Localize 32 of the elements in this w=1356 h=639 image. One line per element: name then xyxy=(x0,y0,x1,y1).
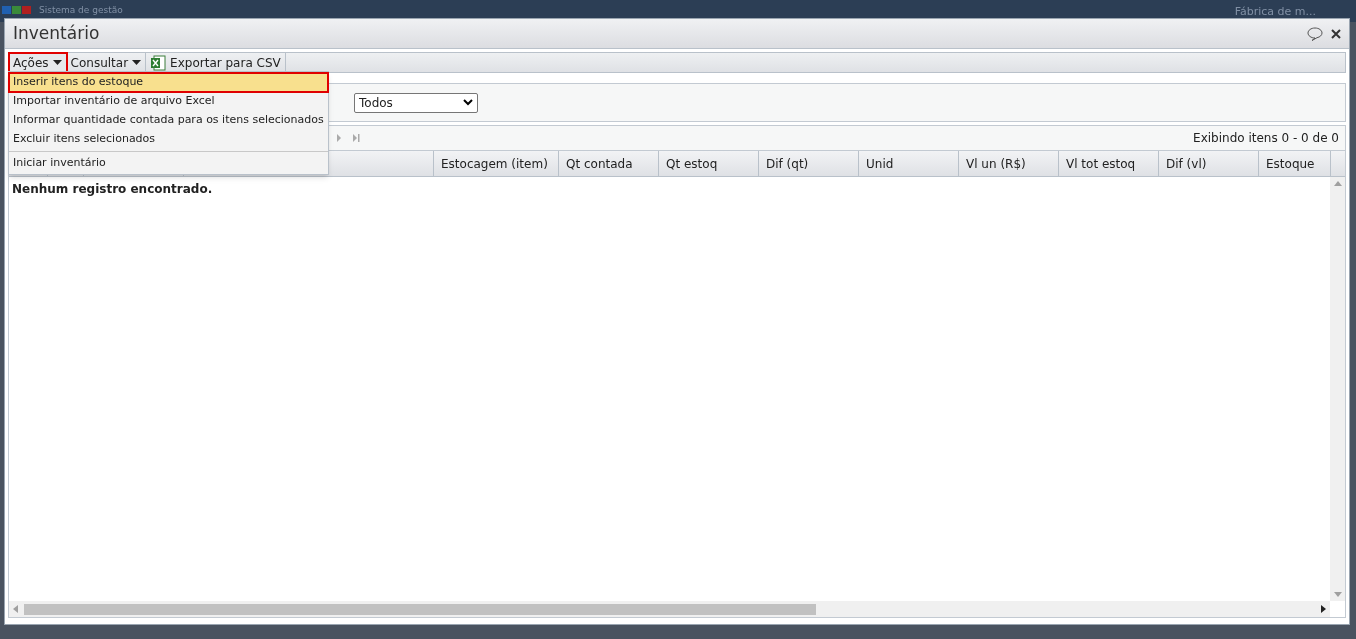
column-header[interactable]: Qt estoq xyxy=(659,151,759,176)
scroll-up-icon[interactable] xyxy=(1333,181,1342,186)
menu-item[interactable]: Excluir itens selecionados xyxy=(9,130,328,149)
menu-item[interactable]: Informar quantidade contada para os itens selecionados xyxy=(9,111,328,130)
company-name: Fábrica de m... xyxy=(1234,6,1316,17)
menu-item[interactable]: Iniciar inventário xyxy=(9,154,328,173)
menu-item[interactable]: Importar inventário de arquivo Excel xyxy=(9,92,328,111)
comment-icon[interactable] xyxy=(1307,26,1323,41)
window-title: Inventário xyxy=(13,21,100,45)
caret-icon xyxy=(52,60,62,65)
scroll-down-icon[interactable] xyxy=(1333,592,1342,597)
status-select[interactable]: Todos xyxy=(354,92,478,113)
next-page-icon[interactable] xyxy=(336,134,342,142)
column-header[interactable]: Qt contada xyxy=(559,151,659,176)
column-header[interactable]: Estocagem (item) xyxy=(434,151,559,176)
scroll-right-icon[interactable] xyxy=(1321,605,1326,613)
column-header[interactable]: Vl un (R$) xyxy=(959,151,1059,176)
scroll-left-icon[interactable] xyxy=(13,605,18,613)
chevron-down-icon xyxy=(463,99,473,106)
column-header[interactable]: Estoque xyxy=(1259,151,1331,176)
close-icon[interactable] xyxy=(1331,28,1341,39)
pager-status: Exibindo itens 0 - 0 de 0 xyxy=(1193,130,1339,147)
logo-icon xyxy=(2,6,31,14)
app-title: Sistema de gestão xyxy=(39,6,123,15)
column-header[interactable]: Vl tot estoq xyxy=(1059,151,1159,176)
last-page-icon[interactable] xyxy=(352,134,360,142)
caret-icon xyxy=(132,60,142,65)
menu-item[interactable]: Inserir itens do estoque xyxy=(9,73,328,92)
column-header[interactable]: Dif (vl) xyxy=(1159,151,1259,176)
empty-message: Nenhum registro encontrado. xyxy=(12,182,213,196)
column-header[interactable]: Unid xyxy=(859,151,959,176)
column-header[interactable]: Dif (qt) xyxy=(759,151,859,176)
